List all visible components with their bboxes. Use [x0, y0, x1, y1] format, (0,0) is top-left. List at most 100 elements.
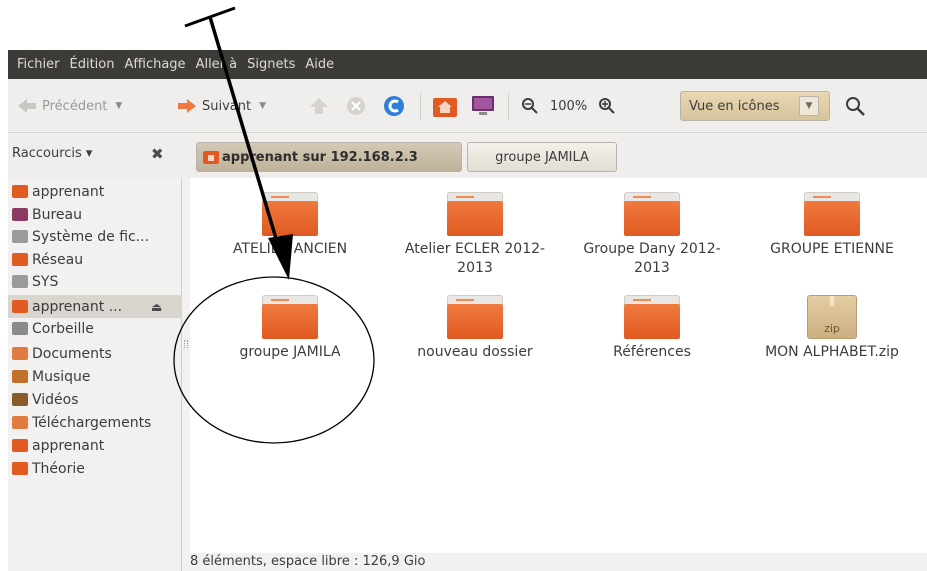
file-name: Atelier ECLER 2012-2013 — [404, 241, 546, 276]
status-text: 8 éléments, espace libre : 126,9 Gio — [190, 554, 426, 569]
folder-icon — [447, 295, 503, 339]
network-share-icon — [203, 151, 219, 164]
zoom-level-label: 100% — [550, 98, 588, 114]
folder-icon — [624, 295, 680, 339]
file-name: Groupe Dany 2012-2013 — [583, 241, 721, 276]
file-item[interactable]: nouveau dossier — [390, 295, 560, 362]
file-name: groupe JAMILA — [239, 344, 341, 360]
annotation-arrow-icon — [184, 6, 236, 28]
folder-icon — [624, 192, 680, 236]
sidebar-item[interactable]: apprenant — [8, 434, 182, 457]
file-name: ATELIER ANCIEN — [232, 241, 348, 257]
reload-button[interactable] — [382, 93, 406, 119]
menu-affichage[interactable]: Affichage — [119, 57, 190, 72]
file-name: Références — [613, 344, 691, 360]
file-view: ATELIER ANCIEN Atelier ECLER 2012-2013 Gro… — [190, 178, 927, 553]
menu-signets[interactable]: Signets — [242, 57, 300, 72]
sidebar-item-label: Corbeille — [32, 320, 94, 337]
reload-icon — [384, 96, 404, 116]
menu-fichier[interactable]: Fichier — [12, 57, 65, 72]
back-history-dropdown-icon[interactable]: ▼ — [115, 101, 122, 111]
folder-icon — [262, 192, 318, 236]
sidebar-item-label: apprenant — [32, 183, 105, 200]
folder-icon — [804, 192, 860, 236]
desktop-icon — [12, 208, 28, 221]
chevron-down-icon[interactable]: ▼ — [799, 96, 819, 116]
breadcrumb-network-share-label: apprenant sur 192.168.2.3 — [222, 149, 418, 165]
sidebar-item[interactable]: Système de fic... — [8, 225, 182, 248]
sidebar-item[interactable]: Documents — [8, 342, 182, 365]
forward-arrow-icon — [178, 99, 196, 113]
status-bar: 8 éléments, espace libre : 126,9 Gio — [190, 553, 927, 571]
stop-icon — [347, 97, 365, 115]
sidebar-item[interactable]: Bureau — [8, 203, 182, 226]
forward-button[interactable]: Suivant ▼ — [176, 93, 266, 119]
sidebar-item[interactable]: apprenant — [8, 180, 182, 203]
close-icon[interactable]: ✖ — [151, 145, 164, 163]
sidebar-item-label: Téléchargements — [32, 414, 152, 431]
sidebar-item[interactable]: apprenant ... ⏏ — [8, 295, 182, 318]
downloads-folder-icon — [12, 416, 28, 429]
folder-body — [447, 201, 503, 236]
toolbar-separator — [420, 93, 421, 121]
folder-icon — [262, 295, 318, 339]
home-button[interactable] — [432, 93, 458, 119]
home-folder-icon — [433, 98, 457, 117]
menu-aller-a[interactable]: Aller à — [191, 57, 243, 72]
file-name: nouveau dossier — [417, 344, 533, 360]
eject-icon[interactable]: ⏏ — [151, 300, 162, 314]
music-folder-icon — [12, 370, 28, 383]
file-item[interactable]: zip MON ALPHABET.zip — [747, 295, 917, 362]
file-item[interactable]: ATELIER ANCIEN — [205, 192, 375, 259]
sidebar-item-label: Système de fic... — [32, 228, 150, 245]
sidebar-item-label: Bureau — [32, 206, 82, 223]
sidebar-item[interactable]: Musique — [8, 365, 182, 388]
file-name: GROUPE ETIENNE — [770, 241, 894, 257]
pane-resize-handle[interactable] — [184, 340, 188, 348]
sidebar-item[interactable]: Réseau — [8, 248, 182, 271]
toolbar-separator — [508, 93, 509, 121]
menubar: Fichier Édition Affichage Aller à Signet… — [8, 50, 927, 79]
menu-aide[interactable]: Aide — [300, 57, 339, 72]
sidebar-item-label: apprenant ... — [32, 298, 123, 315]
file-item[interactable]: Atelier ECLER 2012-2013 — [390, 192, 560, 278]
forward-history-dropdown-icon[interactable]: ▼ — [259, 101, 266, 111]
file-item[interactable]: groupe JAMILA — [205, 295, 375, 362]
up-arrow-icon — [310, 98, 328, 114]
computer-button[interactable] — [470, 93, 496, 119]
parent-folder-button[interactable] — [308, 93, 330, 119]
file-name: MON ALPHABET.zip — [765, 344, 899, 360]
zoom-out-button[interactable] — [521, 93, 539, 119]
stop-button[interactable] — [345, 93, 367, 119]
sidebar-item[interactable]: SYS — [8, 270, 182, 293]
sidebar: apprenant Bureau Système de fic... Réseau SY… — [8, 178, 182, 571]
sidebar-item-label: apprenant — [32, 437, 105, 454]
menu-edition[interactable]: Édition — [65, 57, 120, 72]
sidebar-item[interactable]: Corbeille — [8, 317, 182, 340]
network-icon — [12, 253, 28, 266]
sidebar-type-select[interactable]: Raccourcis ▾ — [12, 146, 92, 161]
search-button[interactable] — [844, 93, 866, 119]
file-item[interactable]: Groupe Dany 2012-2013 — [567, 192, 737, 278]
sidebar-item[interactable]: Vidéos — [8, 388, 182, 411]
breadcrumb-groupe-jamila[interactable]: groupe JAMILA — [467, 142, 617, 172]
back-arrow-icon — [18, 99, 36, 113]
back-button[interactable]: Précédent ▼ — [16, 93, 122, 119]
sidebar-item[interactable]: Théorie — [8, 457, 182, 480]
sidebar-item-label: Documents — [32, 345, 112, 362]
file-manager-window: Fichier Édition Affichage Aller à Signet… — [8, 50, 927, 571]
trash-icon — [12, 322, 28, 335]
breadcrumb-network-share[interactable]: apprenant sur 192.168.2.3 — [196, 142, 462, 172]
videos-folder-icon — [12, 393, 28, 406]
sidebar-item[interactable]: Téléchargements — [8, 411, 182, 434]
zoom-in-icon — [599, 98, 615, 114]
zoom-out-icon — [522, 98, 538, 114]
file-item[interactable]: GROUPE ETIENNE — [747, 192, 917, 259]
zoom-in-button[interactable] — [598, 93, 616, 119]
sidebar-item-label: Réseau — [32, 251, 84, 268]
folder-body — [804, 201, 860, 236]
file-item[interactable]: Références — [567, 295, 737, 362]
sidebar-type-label: Raccourcis ▾ — [12, 146, 93, 161]
drive-icon — [12, 275, 28, 288]
view-mode-select[interactable]: Vue en icônes ▼ — [680, 91, 830, 121]
